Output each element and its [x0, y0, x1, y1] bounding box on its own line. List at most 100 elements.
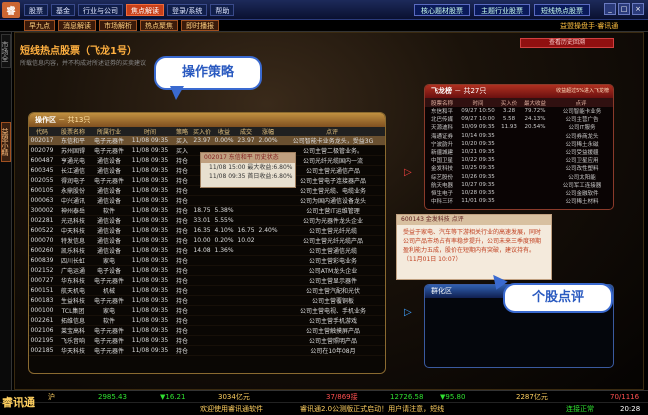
column-header[interactable]: 股票名称: [55, 127, 91, 136]
sub-menu-item[interactable]: 即时播报: [181, 20, 219, 31]
clock: 20:28: [620, 405, 641, 413]
table-row[interactable]: 中科三环 11/01 09:35 公司稀土材料: [425, 197, 613, 205]
cell-chg: 2.00%: [257, 136, 279, 146]
menu-item[interactable]: 帮助: [210, 4, 235, 16]
column-header[interactable]: 代码: [29, 127, 55, 136]
table-row[interactable]: 宁波韵升 10/20 09:35 公司稀土永磁: [425, 140, 613, 148]
table-row[interactable]: 002281 光迅科技 通信设备 11/08 09:35 持仓 33.01 5.55% 公司为…: [29, 215, 385, 226]
sub-menu-item[interactable]: 市场解析: [99, 20, 137, 31]
cell-price: [497, 181, 521, 189]
table-row[interactable]: 天源迪科 10/09 09:35 11.93 20.54% 公司IT服务: [425, 123, 613, 131]
cell-name: 莱宝高科: [55, 325, 91, 336]
column-header[interactable]: 策略: [173, 127, 191, 136]
cell-ind: 通信设备: [91, 235, 127, 246]
table-row[interactable]: 中国卫星 10/22 09:35 公司卫星应用: [425, 156, 613, 164]
cell-vol: [235, 245, 257, 256]
column-header[interactable]: 所属行业: [91, 127, 127, 136]
menu-item[interactable]: 焦点解读: [126, 4, 164, 16]
cell-time: 11/08 09:35: [127, 165, 173, 176]
table-row[interactable]: 北巴传媒 09/27 10:00 5.58 24.13% 公司主营广告: [425, 115, 613, 123]
table-row[interactable]: 002152 广电运通 电子设备 11/08 09:35 持仓 公司ATM龙头企业: [29, 265, 385, 276]
close-icon[interactable]: ×: [632, 3, 644, 15]
cell-gain: 0.20%: [213, 235, 235, 246]
sub-menu-item[interactable]: 热点聚焦: [140, 20, 178, 31]
arrow-right-icon[interactable]: ▷: [404, 168, 414, 178]
table-row[interactable]: 000063 中兴通讯 通信设备 11/08 09:35 持仓 公司为国内通信设备龙头: [29, 195, 385, 206]
table-row[interactable]: 新疆城建 10/21 09:35 公司受益援疆: [425, 148, 613, 156]
table-row[interactable]: 002185 华天科技 电子元器件 11/08 09:35 持仓 公司在10年08月: [29, 345, 385, 356]
table-row[interactable]: 综艺股份 10/26 09:35 公司太阳能: [425, 173, 613, 181]
cell-name: 永鼎股份: [55, 185, 91, 196]
table-row[interactable]: 600260 凯乐科技 通信设备 11/08 09:35 持仓 14.08 1.36% 公司主…: [29, 245, 385, 256]
column-header[interactable]: 成交: [235, 127, 257, 136]
menu-item[interactable]: 行业与公司: [78, 4, 123, 16]
table-row[interactable]: 002261 拓维信息 软件 11/08 09:35 持仓 公司主营手机游戏: [29, 315, 385, 326]
column-header[interactable]: 点评: [549, 98, 613, 107]
table-row[interactable]: 002195 飞乐音响 电子元器件 11/08 09:35 持仓 公司主营照明产品: [29, 335, 385, 346]
table-row[interactable]: 002106 莱宝高科 电子元器件 11/08 09:35 持仓 公司主营触摸屏产品: [29, 325, 385, 336]
news-ticker[interactable]: 睿讯通2.0公测版正式启动！用户请注意，短线: [300, 403, 444, 415]
column-header[interactable]: 买入价: [497, 98, 521, 107]
table-row[interactable]: 300002 神州泰岳 软件 11/08 09:35 持仓 18.75 5.38% 公司主营I…: [29, 205, 385, 216]
cell-gain: [213, 285, 235, 296]
column-header[interactable]: 时间: [459, 98, 497, 107]
comment-popup-title: 600143 金发科技 点评: [397, 215, 551, 225]
column-header[interactable]: 时间: [127, 127, 173, 136]
sub-menu-item[interactable]: 消息解读: [58, 20, 96, 31]
cell-name: 中兴通讯: [55, 195, 91, 206]
column-header[interactable]: 点评: [279, 127, 385, 136]
cell-time: 10/25 09:35: [461, 165, 495, 172]
column-header[interactable]: 股票名称: [425, 98, 459, 107]
column-header[interactable]: 收益: [213, 127, 235, 136]
table-row[interactable]: 海通证券 10/14 09:35 公司券商龙头: [425, 132, 613, 140]
table-row[interactable]: 000100 TCL集团 家电 11/08 09:35 持仓 公司主营电视、手机业务: [29, 305, 385, 316]
rail-tab-wizard[interactable]: 益盟小精灵: [1, 122, 11, 162]
table-row[interactable]: 002017 东信和平 电子元器件 11/08 09:35 买入 23.97 0.00% 23…: [29, 136, 385, 146]
cell-ind: 家电: [91, 255, 127, 266]
cell-time: 11/08 09:35: [127, 335, 173, 346]
table-row[interactable]: 600522 中天科技 通信设备 11/08 09:35 持仓 16.35 4.10% 16.…: [29, 225, 385, 236]
cell-ind: 软件: [91, 315, 127, 326]
cell-note: 公司受益援疆: [565, 150, 599, 157]
cell-gain: [521, 189, 549, 197]
table-row[interactable]: 600839 四川长虹 家电 11/08 09:35 持仓 公司主营彩电业务: [29, 255, 385, 266]
table-row[interactable]: 600183 生益科技 电子元器件 11/08 09:35 持仓 公司主营覆铜板: [29, 295, 385, 306]
sub-menu-item[interactable]: 早九点: [24, 20, 55, 31]
menu-item[interactable]: 股票: [24, 4, 48, 16]
table-row[interactable]: 600151 航天机电 机械 11/08 09:35 持仓 公司主营汽配和光伏: [29, 285, 385, 296]
minimize-icon[interactable]: _: [604, 3, 616, 15]
column-header[interactable]: 最大收益: [521, 98, 549, 107]
category-button[interactable]: 主题行业股票: [474, 4, 530, 16]
cell-time: 11/08 09:35: [127, 245, 173, 256]
menu-item[interactable]: 登录/系统: [167, 4, 208, 16]
cell-ind: 通信设备: [91, 195, 127, 206]
column-header[interactable]: 涨幅: [257, 127, 279, 136]
app-window: 睿 股票 基金 行业与公司 焦点解读 登录/系统 帮助 核心题材股票 主题行业股票 短线热点股…: [0, 0, 648, 415]
table-row[interactable]: 000727 华东科技 电子元器件 11/08 09:35 持仓 公司主营显示器件: [29, 275, 385, 286]
maximize-icon[interactable]: □: [618, 3, 630, 15]
window-controls: _ □ ×: [604, 3, 644, 15]
cell-note: 公司券商龙头: [565, 133, 599, 140]
cell-ind: 电子设备: [91, 265, 127, 276]
column-header[interactable]: 买入价: [191, 127, 213, 136]
table-row[interactable]: 航天电器 10/27 09:35 公司军工连接器: [425, 181, 613, 189]
cell-gain: 79.72%: [524, 108, 546, 115]
history-review-button[interactable]: 查看历史回溯: [520, 38, 614, 48]
category-button[interactable]: 短线热点股票: [534, 4, 590, 16]
cell-note: 公司主营广告: [565, 117, 599, 124]
rail-tab-market[interactable]: 市场全景: [1, 34, 11, 68]
cell-time: 11/08 09:35: [127, 215, 173, 226]
table-row[interactable]: 恒生电子 10/28 09:35 公司金融软件: [425, 189, 613, 197]
cell-note: 公司主营显示器件: [279, 275, 385, 286]
table-row[interactable]: 金发科技 10/25 09:35 公司改性塑料: [425, 164, 613, 172]
cell-ind: 通信设备: [91, 165, 127, 176]
cell-code: 600345: [29, 165, 55, 176]
cell-time: 11/08 09:35: [127, 225, 173, 236]
menu-item[interactable]: 基金: [51, 4, 75, 16]
arrow-right-icon[interactable]: ▷: [404, 308, 414, 318]
cell-vol: [235, 265, 257, 276]
category-button[interactable]: 核心题材股票: [414, 4, 470, 16]
table-row[interactable]: 000070 特发信息 通信设备 11/08 09:35 持仓 10.00 0.20% 10.…: [29, 235, 385, 246]
table-row[interactable]: 东信和平 09/27 10:50 3.28 79.72% 公司智能卡业务: [425, 107, 613, 115]
cell-code: 002152: [29, 265, 55, 276]
